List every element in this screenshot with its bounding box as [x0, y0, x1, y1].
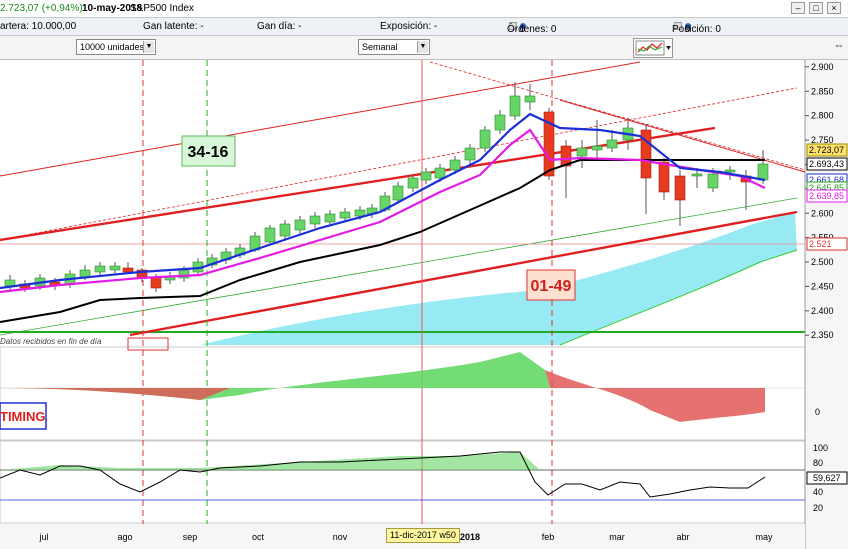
time-axis-label: oct: [252, 532, 265, 542]
bearish-candle: [658, 161, 670, 193]
chevron-down-icon[interactable]: ▼: [143, 41, 154, 53]
bullish-candle: [264, 227, 276, 243]
price-tick-label: 2.900: [811, 62, 834, 72]
period-select-value: Semanal: [362, 42, 398, 52]
price-change: 2.723,07 (+0,94%): [0, 3, 83, 14]
rsi-tick-label: 20: [813, 503, 823, 513]
time-axis-label: ago: [117, 532, 132, 542]
bullish-candle: [109, 265, 121, 271]
bullish-candle: [94, 265, 106, 273]
portfolio-info-bar: artera: 10.000,00 Gan latente: - Gan día…: [0, 18, 848, 36]
rsi-tick-label: 80: [813, 458, 823, 468]
price-tick-label: 2.400: [811, 306, 834, 316]
cycle-label-3416: 34-16: [188, 144, 229, 161]
price-tick-label: 2.600: [811, 208, 834, 218]
price-tick-label: 2.350: [811, 330, 834, 340]
expand-panel-icon[interactable]: ⇔: [832, 40, 846, 56]
bullish-candle: [392, 185, 404, 201]
price-tick-label: 2.500: [811, 257, 834, 267]
bearish-candle: [122, 267, 134, 273]
bullish-candle: [294, 219, 306, 231]
bullish-candle: [724, 169, 736, 173]
cycle-label-0149: 01-49: [531, 278, 572, 295]
rsi-tick-label: 100: [813, 443, 828, 453]
price-tick-label: 2.450: [811, 281, 834, 291]
rsi-panel: [0, 440, 806, 524]
bullish-candle: [434, 167, 446, 179]
portfolio-value: artera: 10.000,00: [0, 21, 77, 32]
maximize-icon[interactable]: □: [809, 2, 823, 14]
bullish-candle: [591, 145, 603, 151]
indicators-button[interactable]: [633, 38, 673, 58]
indicators-icon: [635, 40, 671, 56]
bullish-candle: [479, 129, 491, 149]
time-axis-label: feb: [542, 532, 555, 542]
bullish-candle: [420, 171, 432, 181]
bullish-candle: [324, 213, 336, 223]
time-axis-label: mar: [609, 532, 625, 542]
title-bar: 2.723,07 (+0,94%) 10-may-2018 S&P500 Ind…: [0, 0, 848, 18]
chart-toolbar: 10000 unidades ▼ Semanal ▼ ⇔: [0, 36, 848, 60]
close-icon[interactable]: ×: [827, 2, 841, 14]
bullish-candle: [354, 209, 366, 217]
time-axis-label: may: [755, 532, 773, 542]
bullish-candle: [339, 211, 351, 219]
chart-area[interactable]: 2.9002.8502.8002.7502.7002.6502.6002.550…: [0, 60, 848, 549]
bullish-candle: [464, 147, 476, 161]
data-note: Datos recibidos en fin de día: [0, 337, 102, 346]
bullish-candle: [279, 223, 291, 237]
bullish-candle: [509, 95, 521, 117]
chevron-down-icon[interactable]: ▼: [417, 41, 428, 53]
bullish-candle: [407, 177, 419, 189]
period-select[interactable]: Semanal ▼: [358, 39, 430, 55]
units-select[interactable]: 10000 unidades ▼: [76, 39, 156, 55]
time-axis-label: abr: [676, 532, 689, 542]
orders-count: Órdenes: 0: [507, 24, 557, 35]
time-axis-label: sep: [183, 532, 198, 542]
rsi-tick-label: 40: [813, 487, 823, 497]
instrument-name: S&P500 Index: [130, 3, 194, 14]
position-count-secondary: 0: [684, 24, 691, 35]
time-axis-label: nov: [333, 532, 348, 542]
bullish-candle: [79, 269, 91, 278]
time-axis-label: jul: [38, 532, 48, 542]
orders: Órdenes: 0 0: [507, 21, 556, 35]
position-count: Posición: 0: [672, 24, 721, 35]
price-tick-label: 2.800: [811, 111, 834, 121]
price-tick-label: 2.850: [811, 86, 834, 96]
bullish-candle: [449, 159, 461, 171]
last-price-value: 2.723,07: [809, 145, 844, 155]
current-date-marker: 11-dic-2017 w50: [386, 528, 460, 543]
price-tag-label: 2.693,43: [809, 159, 844, 169]
bullish-candle: [309, 215, 321, 225]
daily-gain: Gan día: -: [257, 21, 302, 32]
minimize-icon[interactable]: –: [791, 2, 805, 14]
bullish-candle: [606, 139, 618, 149]
bullish-candle: [494, 114, 506, 131]
osc-tick-label: 0: [815, 407, 820, 417]
price-tag-label: 2.639,85: [809, 191, 844, 201]
bearish-candle: [150, 276, 162, 289]
position: Posición: 0 0: [672, 21, 721, 35]
bullish-candle: [576, 147, 588, 157]
trading-platform-window: 2.723,07 (+0,94%) 10-may-2018 S&P500 Ind…: [0, 0, 848, 549]
bullish-candle: [524, 95, 536, 103]
price-tag-label: 2.521: [809, 239, 832, 249]
bearish-candle: [674, 175, 686, 201]
orders-count-secondary: 0: [519, 24, 526, 35]
unrealized-gain: Gan latente: -: [143, 21, 204, 32]
exposure: Exposición: -: [380, 21, 438, 32]
bullish-candle: [707, 173, 719, 189]
timing-label: TIMING: [0, 409, 46, 424]
bullish-candle: [691, 173, 703, 177]
bullish-candle: [757, 163, 769, 181]
rsi-tick-label: 59,627: [813, 473, 841, 483]
time-axis-label: 2018: [460, 532, 480, 542]
units-select-value: 10000 unidades: [80, 42, 145, 52]
